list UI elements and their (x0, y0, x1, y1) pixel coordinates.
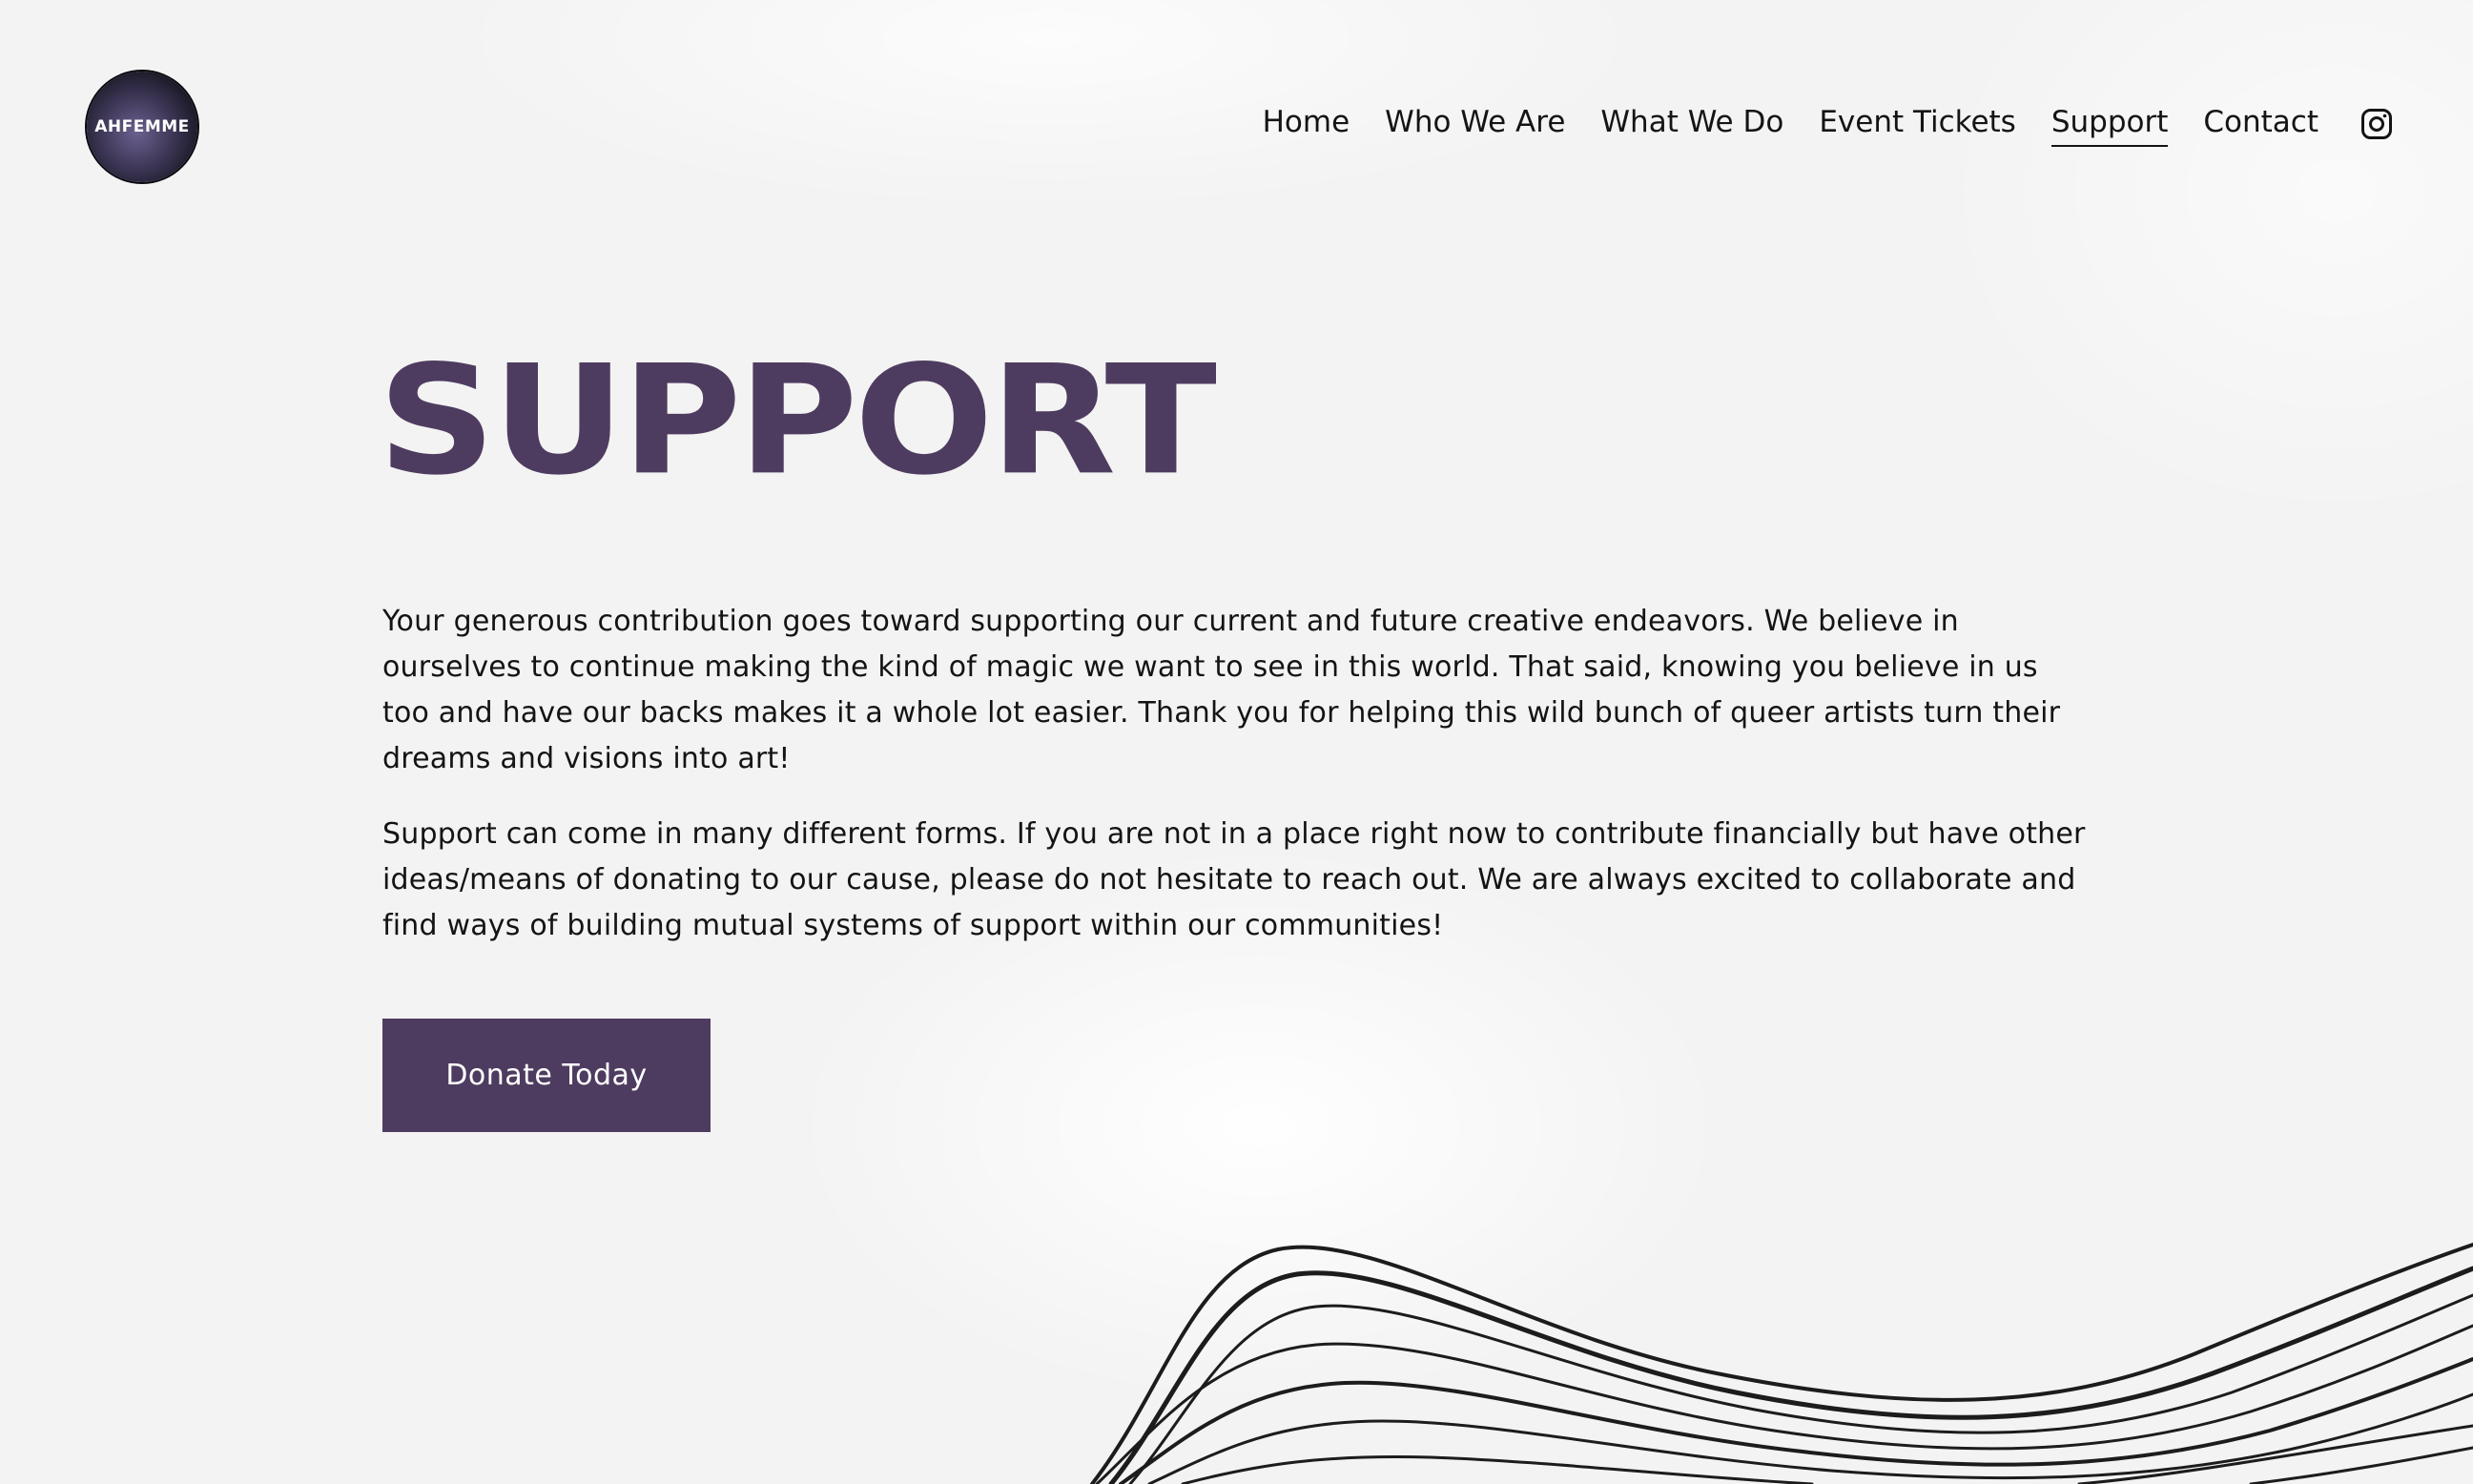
site-logo[interactable]: AHFEMME (87, 72, 197, 182)
nav-item-what-we-do[interactable]: What We Do (1600, 105, 1783, 147)
nav-item-contact[interactable]: Contact (2203, 105, 2318, 147)
wave-line (1095, 1324, 2473, 1484)
main-nav: Home Who We Are What We Do Event Tickets… (1263, 105, 2318, 147)
wave-line (2077, 1424, 2473, 1484)
support-paragraph: Your generous contribution goes toward s… (382, 605, 2061, 775)
nav-item-who-we-are[interactable]: Who We Are (1385, 105, 1565, 147)
wave-line (1119, 1357, 2473, 1484)
logo-text: AHFEMME (94, 117, 190, 136)
support-paragraph: Support can come in many different forms… (382, 817, 2086, 942)
donate-button[interactable]: Donate Today (382, 1019, 711, 1132)
support-text-block: Your generous contribution goes toward s… (382, 599, 2090, 979)
wave-line (1147, 1392, 2473, 1484)
nav-item-home[interactable]: Home (1263, 105, 1350, 147)
wave-line (1128, 1293, 2473, 1484)
wave-line (2249, 1446, 2473, 1484)
wave-line (1181, 1454, 1814, 1484)
nav-item-event-tickets[interactable]: Event Tickets (1819, 105, 2016, 147)
nav-item-support[interactable]: Support (2051, 105, 2169, 147)
wave-line (1108, 1266, 2473, 1484)
wave-line (1090, 1243, 2473, 1484)
page-title: SUPPORT (378, 332, 1217, 509)
instagram-icon[interactable] (2360, 108, 2393, 140)
